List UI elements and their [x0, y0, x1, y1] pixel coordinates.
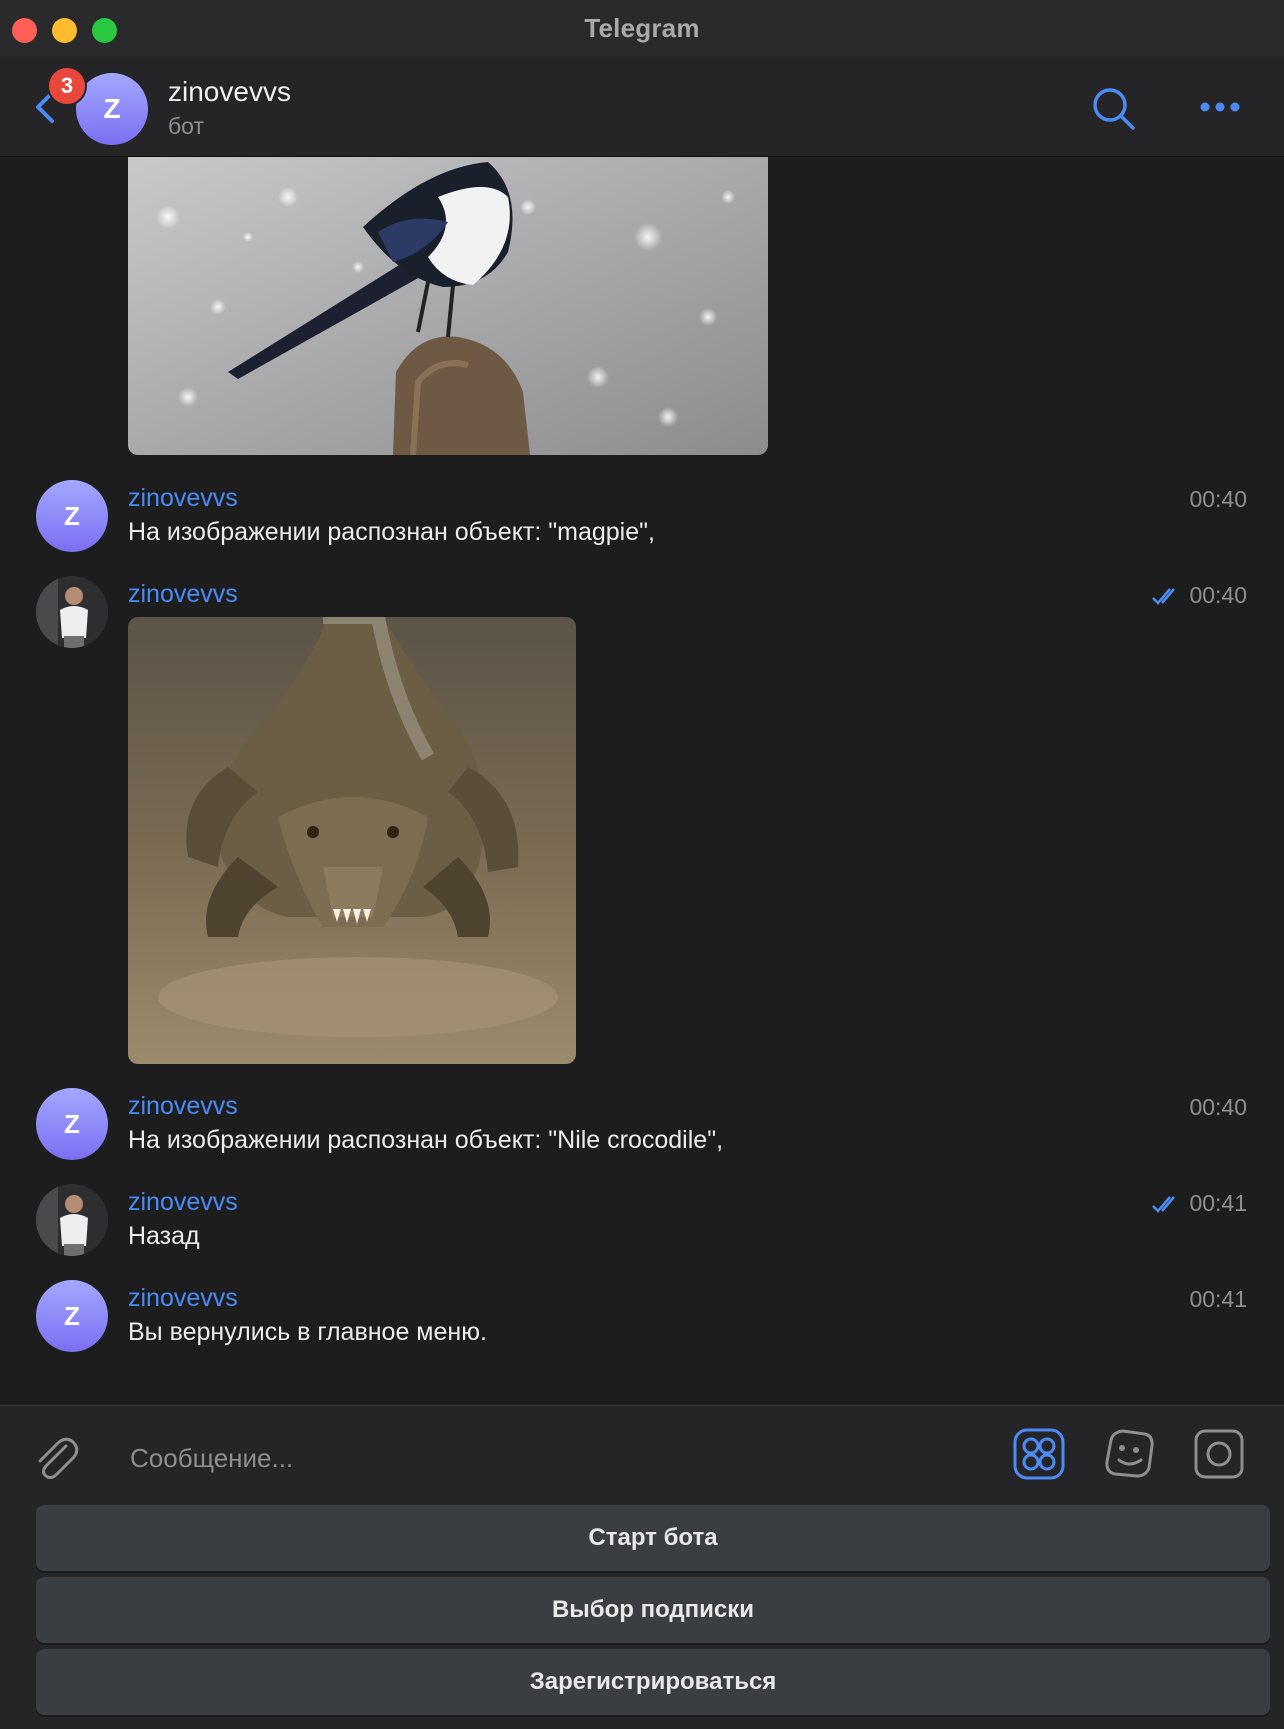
message-time: 00:41	[1189, 1286, 1247, 1313]
message-text: На изображении распознан объект: "Nile c…	[128, 1126, 724, 1154]
message-sender[interactable]: zinovevvs	[128, 580, 238, 609]
more-icon	[1200, 102, 1240, 112]
search-icon	[1093, 88, 1135, 130]
bot-avatar[interactable]: Z	[36, 1280, 108, 1352]
message-sender[interactable]: zinovevvs	[128, 1284, 238, 1313]
maximize-window-button[interactable]	[92, 18, 117, 43]
bot-menu-button[interactable]	[1013, 1428, 1065, 1480]
user-avatar[interactable]	[36, 576, 108, 648]
time-text: 00:40	[1189, 486, 1247, 512]
bot-avatar[interactable]: Z	[36, 1088, 108, 1160]
camera-button[interactable]	[1193, 1428, 1245, 1480]
composer: Старт бота Выбор подписки Зарегистрирова…	[0, 1405, 1284, 1729]
keyboard-button-register[interactable]: Зарегистрироваться	[36, 1649, 1270, 1715]
close-window-button[interactable]	[12, 18, 37, 43]
crocodile-image	[128, 617, 576, 1064]
message-list[interactable]: Z zinovevvs 00:40 На изображении распозн…	[0, 157, 1284, 1405]
photo-magpie[interactable]	[128, 157, 768, 455]
message-sender[interactable]: zinovevvs	[128, 1188, 238, 1217]
keyboard-button-choose-subscription[interactable]: Выбор подписки	[36, 1577, 1270, 1643]
user-avatar-photo	[36, 576, 108, 648]
photo-crocodile[interactable]	[128, 617, 576, 1064]
chat-status: бот	[168, 113, 204, 139]
message-sender[interactable]: zinovevvs	[128, 1092, 238, 1121]
time-text: 00:41	[1189, 1190, 1247, 1216]
unread-count-badge: 3	[47, 66, 87, 106]
camera-icon	[1194, 1429, 1244, 1479]
message-time: 00:40	[1189, 486, 1247, 513]
double-check-icon	[1152, 1195, 1176, 1213]
sticker-button[interactable]	[1103, 1428, 1155, 1480]
keyboard-button-start-bot[interactable]: Старт бота	[36, 1505, 1270, 1571]
minimize-window-button[interactable]	[52, 18, 77, 43]
magpie-image	[128, 157, 768, 455]
bot-menu-icon	[1013, 1428, 1065, 1480]
more-button[interactable]	[1196, 92, 1244, 122]
message-sender[interactable]: zinovevvs	[128, 484, 238, 513]
double-check-icon	[1152, 587, 1176, 605]
user-avatar[interactable]	[36, 1184, 108, 1256]
chat-name[interactable]: zinovevvs	[168, 76, 291, 108]
message-time: 00:40	[1151, 582, 1247, 609]
time-text: 00:40	[1189, 582, 1247, 608]
message-input[interactable]	[128, 1434, 982, 1482]
time-text: 00:41	[1189, 1286, 1247, 1312]
window-title: Telegram	[584, 13, 700, 43]
search-button[interactable]	[1090, 85, 1138, 133]
window-controls	[12, 18, 117, 43]
bot-avatar[interactable]: Z	[36, 480, 108, 552]
window-titlebar: Telegram	[0, 0, 1284, 58]
user-avatar-photo	[36, 1184, 108, 1256]
message-time: 00:40	[1189, 1094, 1247, 1121]
message-time: 00:41	[1151, 1190, 1247, 1217]
time-text: 00:40	[1189, 1094, 1247, 1120]
message-text: Вы вернулись в главное меню.	[128, 1318, 487, 1346]
message-text: На изображении распознан объект: "magpie…	[128, 518, 655, 546]
message-text: Назад	[128, 1222, 200, 1250]
paperclip-icon[interactable]	[30, 1432, 82, 1484]
sticker-icon	[1105, 1429, 1154, 1478]
